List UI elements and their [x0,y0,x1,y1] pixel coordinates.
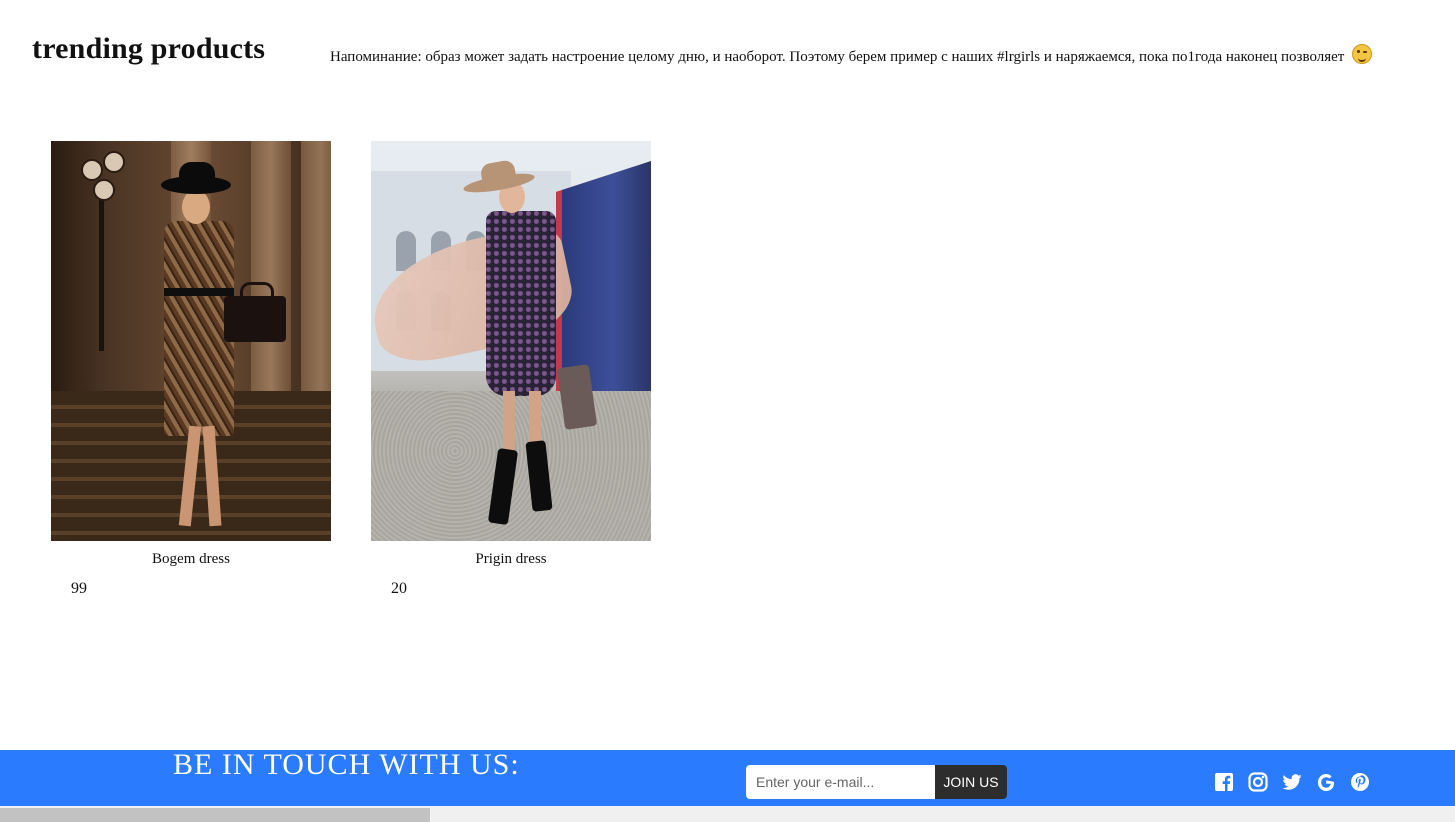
google-icon[interactable] [1316,772,1336,792]
social-links [1214,772,1370,792]
instagram-icon[interactable] [1248,772,1268,792]
product-name[interactable]: Bogem dress [51,551,331,568]
product-image[interactable] [371,141,651,541]
reminder-message: Напоминание: образ может задать настроен… [330,49,1345,65]
scrollbar-thumb[interactable] [0,808,430,822]
product-price: 99 [71,580,87,597]
footer-title: BE IN TOUCH WITH US: [173,748,520,781]
product-card[interactable]: Prigin dress 20 [371,141,651,597]
twitter-icon[interactable] [1282,772,1302,792]
pinterest-icon[interactable] [1350,772,1370,792]
product-image[interactable] [51,141,331,541]
reminder-text: Напоминание: образ может задать настроен… [330,44,1373,66]
horizontal-scrollbar[interactable] [0,806,1455,822]
page-title: trending products [32,32,266,65]
footer-newsletter: BE IN TOUCH WITH US: JOIN US [0,748,1455,806]
facebook-icon[interactable] [1214,772,1234,792]
wink-emoji-icon [1352,44,1373,64]
product-price: 20 [391,580,407,597]
email-input[interactable] [746,765,935,799]
join-us-button[interactable]: JOIN US [935,765,1007,799]
product-card[interactable]: Bogem dress 99 [51,141,331,597]
product-name[interactable]: Prigin dress [371,551,651,568]
header: trending products Напоминание: образ мож… [0,0,1455,110]
